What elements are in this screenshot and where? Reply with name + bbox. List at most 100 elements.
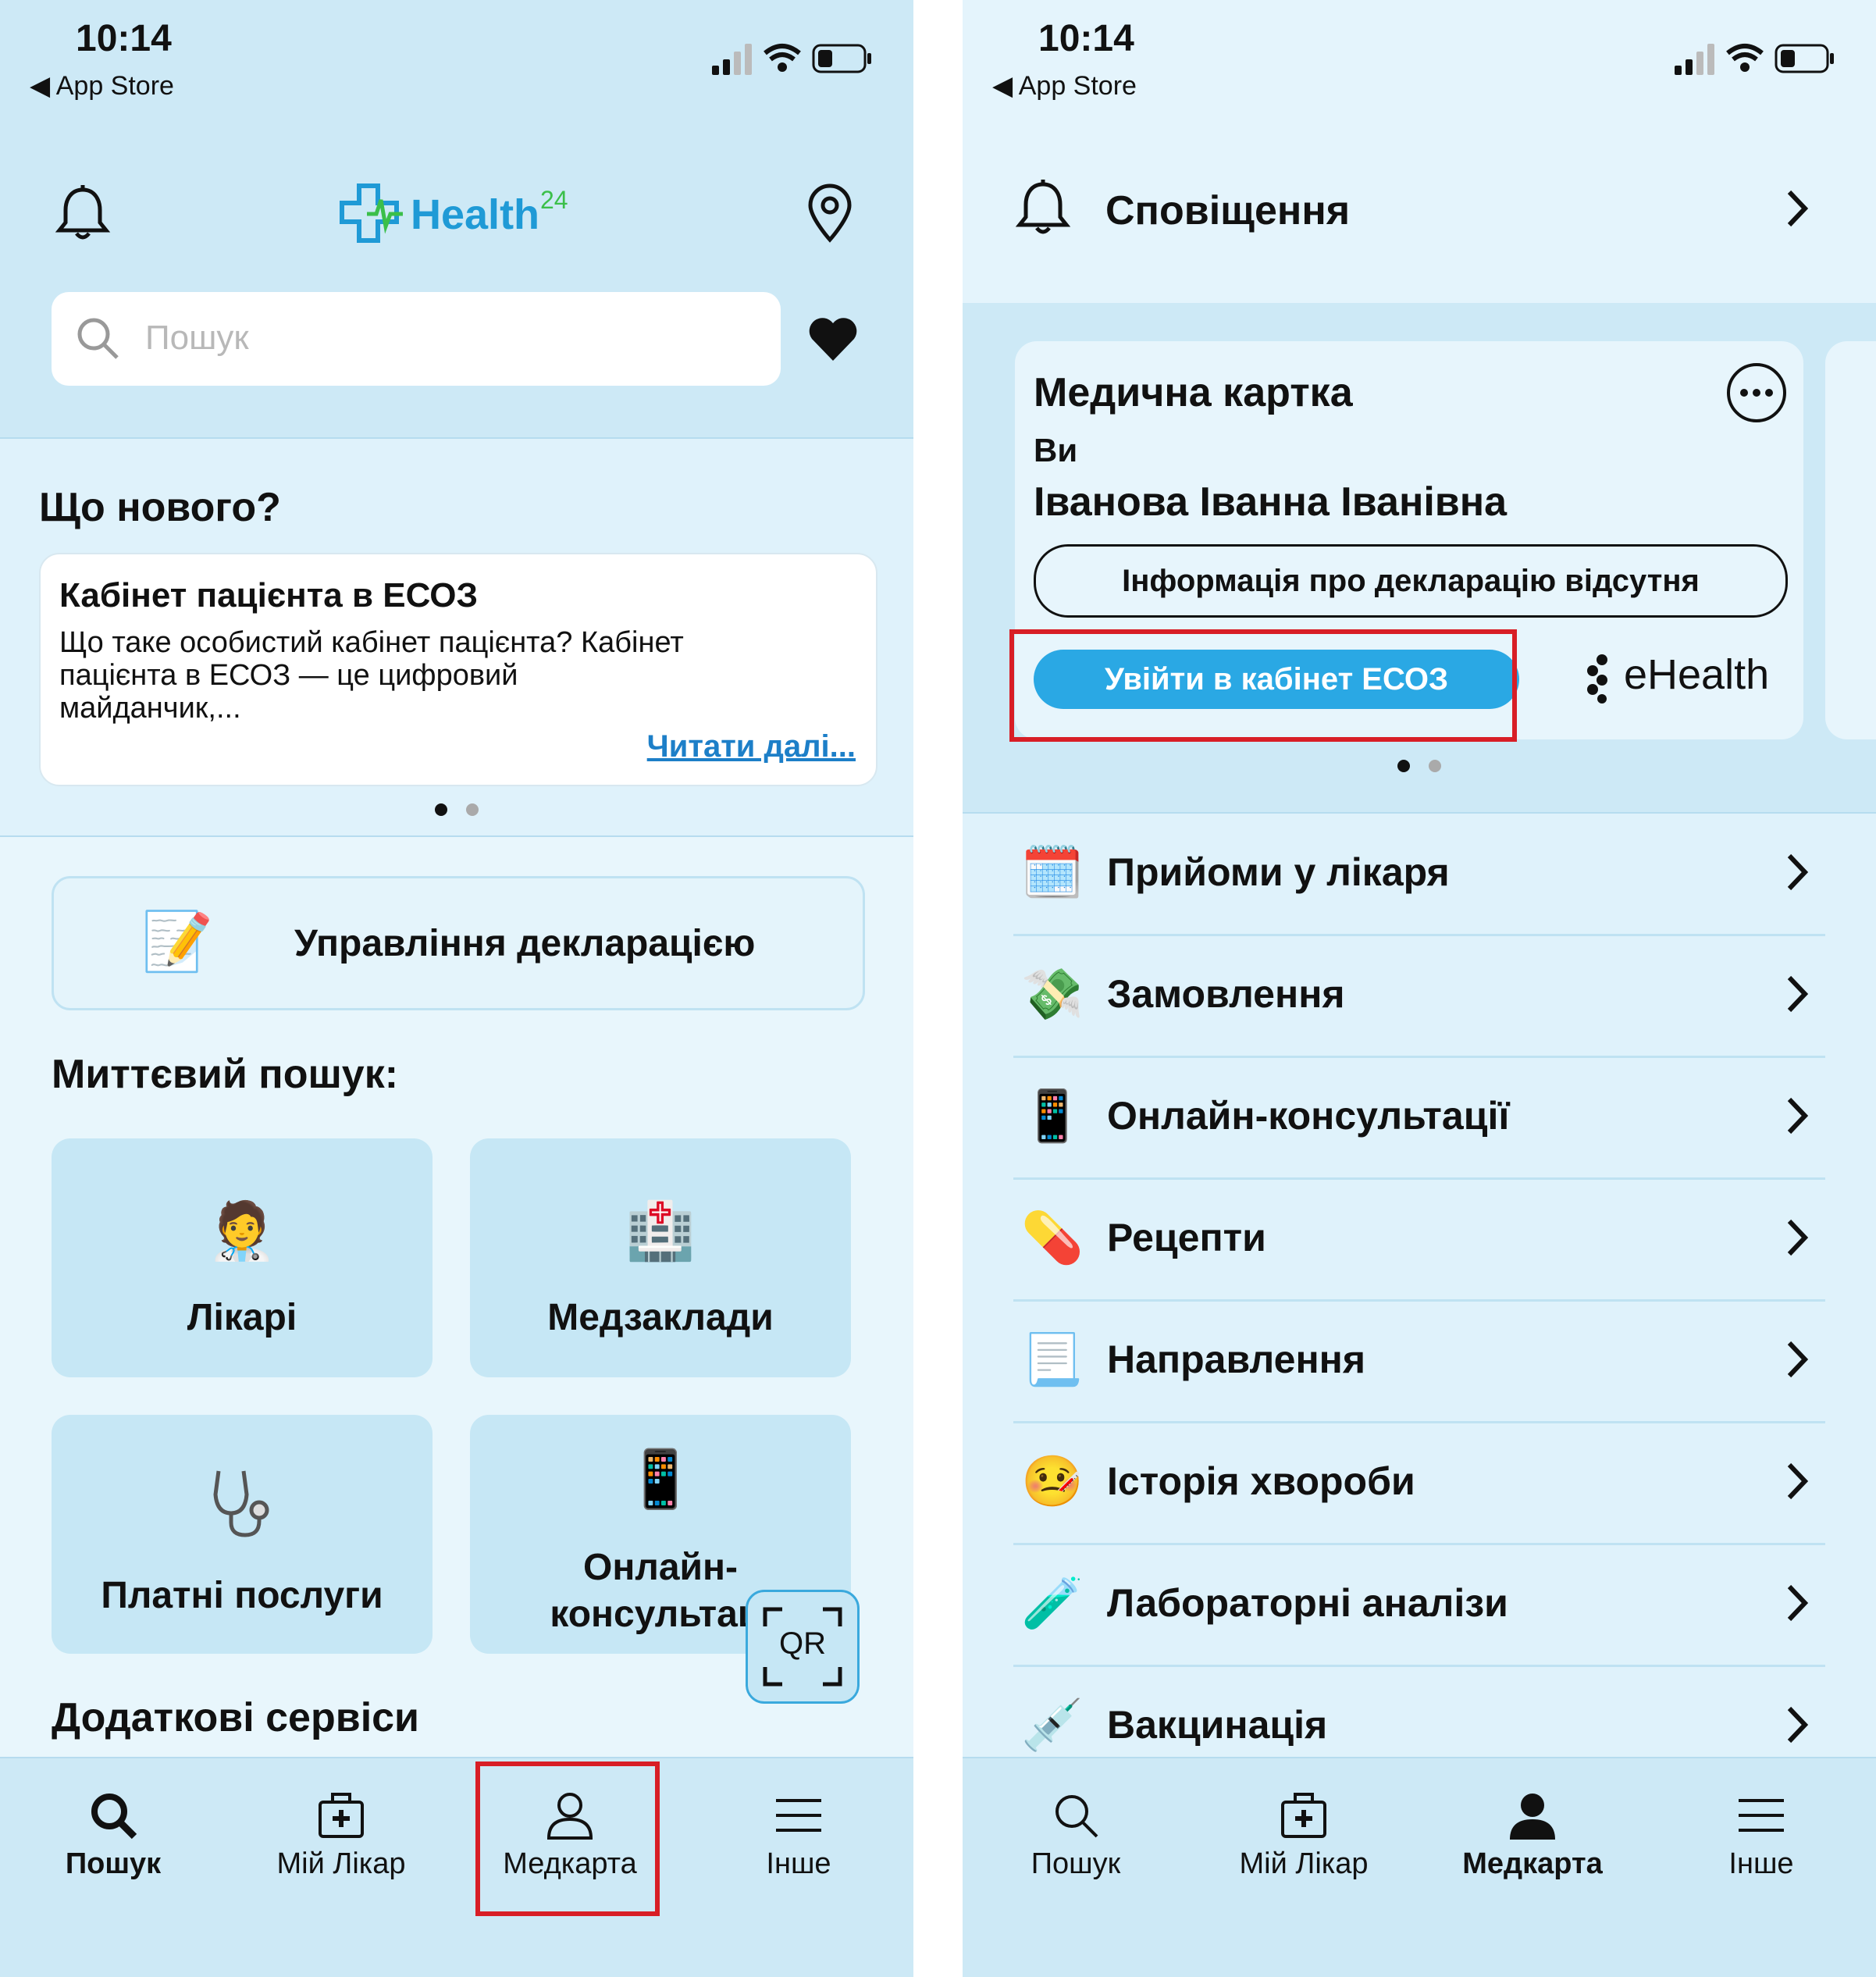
med-card-title: Медична картка — [1034, 370, 1353, 415]
doctor-icon: 🧑‍⚕️ — [207, 1200, 277, 1263]
menu-item-online-consultations[interactable]: 📱 Онлайн-консультації — [1013, 1056, 1825, 1180]
search-input[interactable]: Пошук — [52, 292, 781, 386]
menu-item-label: Замовлення — [1107, 972, 1345, 1016]
chevron-right-icon — [1787, 853, 1809, 891]
nav-other[interactable]: Інше — [701, 1790, 896, 1881]
back-triangle-icon: ◀ — [992, 71, 1013, 101]
search-icon — [91, 1794, 137, 1840]
whats-new-heading: Що нового? — [39, 485, 281, 530]
menu-item-referrals[interactable]: 📃 Направлення — [1013, 1299, 1825, 1423]
brand-logo: Health 24 — [339, 180, 589, 245]
tile-facilities[interactable]: 🏥 Медзаклади — [470, 1138, 851, 1377]
back-to-app-store[interactable]: ◀ App Store — [992, 70, 1137, 102]
read-more-link[interactable]: Читати далі... — [647, 729, 856, 764]
document-icon: 📃 — [1021, 1331, 1084, 1387]
carousel-dot[interactable] — [466, 803, 479, 816]
mobile-phone-icon: 📱 — [625, 1448, 696, 1511]
back-label: App Store — [55, 71, 174, 101]
medical-cross-logo-icon — [340, 183, 403, 243]
medcard-screen: 10:14 ◀ App Store Сповіщення Медична кар… — [963, 0, 1876, 1977]
menu-icon — [1739, 1799, 1784, 1832]
ehealth-logo-icon — [1587, 654, 1607, 704]
carousel-dot-active[interactable] — [435, 803, 447, 816]
home-screen: 10:14 ◀ App Store Health 24 Пошук Що нов… — [0, 0, 913, 1977]
menu-item-appointments[interactable]: 🗓️ Прийоми у лікаря — [1013, 812, 1825, 936]
status-time: 10:14 — [76, 18, 172, 59]
chevron-right-icon — [1787, 1584, 1809, 1622]
highlight-medcard-tab — [475, 1761, 660, 1916]
ehealth-logo: eHealth — [1585, 649, 1788, 708]
nav-search[interactable]: Пошук — [16, 1790, 211, 1881]
nav-search-label: Пошук — [1031, 1847, 1121, 1880]
stethoscope-icon — [213, 1470, 269, 1537]
nav-search[interactable]: Пошук — [978, 1790, 1173, 1881]
back-triangle-icon: ◀ — [30, 71, 51, 101]
tile-online-consultations-label-line1: Онлайн- — [583, 1547, 738, 1588]
menu-item-label: Історія хвороби — [1107, 1459, 1415, 1503]
patient-name: Іванова Іванна Іванівна — [1034, 479, 1508, 525]
memo-pencil-icon: 📝 — [141, 909, 214, 974]
nav-other[interactable]: Інше — [1664, 1790, 1859, 1881]
calendar-icon: 🗓️ — [1021, 844, 1084, 900]
declaration-management-button[interactable]: 📝 Управління декларацією — [52, 876, 865, 1010]
more-options-icon[interactable] — [1725, 362, 1788, 424]
menu-item-prescriptions[interactable]: 💊 Рецепти — [1013, 1177, 1825, 1302]
declaration-status-text: Інформація про декларацію відсутня — [1122, 564, 1700, 598]
qr-label: QR — [779, 1626, 826, 1661]
menu-item-label: Лабораторні аналізи — [1107, 1581, 1508, 1625]
status-time: 10:14 — [1038, 18, 1134, 59]
location-pin-icon[interactable] — [804, 183, 856, 243]
sick-face-icon: 🤒 — [1021, 1453, 1084, 1509]
nav-my-doctor[interactable]: Мій Лікар — [244, 1790, 439, 1881]
bottom-nav: Пошук Мій Лікар Медкарта Інше — [963, 1757, 1876, 1977]
menu-item-lab-tests[interactable]: 🧪 Лабораторні аналізи — [1013, 1543, 1825, 1667]
news-card-body: Що таке особистий кабінет пацієнта? Кабі… — [59, 626, 684, 725]
test-tube-icon: 🧪 — [1021, 1575, 1084, 1631]
tile-paid-services-label: Платні послуги — [101, 1575, 383, 1616]
chevron-right-icon — [1787, 1706, 1809, 1744]
status-icons — [710, 41, 874, 80]
chevron-right-icon — [1787, 1462, 1809, 1500]
menu-item-label: Направлення — [1107, 1338, 1366, 1381]
declaration-status-badge: Інформація про декларацію відсутня — [1034, 544, 1788, 618]
medkit-icon — [1281, 1793, 1326, 1838]
brand-superscript: 24 — [540, 186, 568, 214]
tile-doctors-label: Лікарі — [187, 1297, 297, 1338]
hospital-icon: 🏥 — [625, 1200, 696, 1263]
tile-facilities-label: Медзаклади — [547, 1297, 774, 1338]
brand-name: Health — [411, 191, 540, 238]
nav-my-doctor-label: Мій Лікар — [276, 1847, 406, 1880]
nav-other-label: Інше — [766, 1847, 831, 1880]
notifications-label: Сповіщення — [1105, 188, 1351, 233]
news-card-title: Кабінет пацієнта в ЕСОЗ — [59, 576, 479, 614]
search-placeholder: Пошук — [145, 319, 249, 357]
nav-my-doctor[interactable]: Мій Лікар — [1206, 1790, 1401, 1881]
search-icon — [77, 318, 119, 359]
pill-icon: 💊 — [1021, 1209, 1084, 1266]
carousel-dot-active[interactable] — [1397, 760, 1410, 772]
news-card[interactable]: Кабінет пацієнта в ЕСОЗ Що таке особисти… — [39, 553, 877, 786]
carousel-dot[interactable] — [1429, 760, 1441, 772]
menu-item-label: Прийоми у лікаря — [1107, 850, 1450, 894]
menu-item-medical-history[interactable]: 🤒 Історія хвороби — [1013, 1421, 1825, 1545]
next-card-peek[interactable] — [1825, 341, 1876, 739]
ehealth-logo-text: eHealth — [1624, 651, 1770, 698]
quick-search-heading: Миттєвий пошук: — [52, 1052, 399, 1097]
qr-scan-button[interactable]: QR — [746, 1590, 860, 1704]
status-icons — [1673, 41, 1837, 80]
back-to-app-store[interactable]: ◀ App Store — [30, 70, 174, 102]
tile-doctors[interactable]: 🧑‍⚕️ Лікарі — [52, 1138, 433, 1377]
chevron-right-icon — [1787, 1097, 1809, 1135]
search-icon — [1055, 1795, 1098, 1838]
bottom-nav: Пошук Мій Лікар Медкарта Інше — [0, 1757, 913, 1977]
chevron-right-icon — [1787, 1341, 1809, 1378]
menu-item-orders[interactable]: 💸 Замовлення — [1013, 934, 1825, 1058]
mobile-phone-icon: 📱 — [1021, 1088, 1084, 1144]
highlight-login-button — [1009, 629, 1517, 742]
bell-icon[interactable] — [53, 183, 112, 243]
nav-medcard[interactable]: Медкарта — [1435, 1790, 1630, 1881]
money-icon: 💸 — [1021, 966, 1084, 1022]
notifications-row[interactable]: Сповіщення — [1013, 172, 1825, 250]
tile-paid-services[interactable]: Платні послуги — [52, 1415, 433, 1654]
heart-favorites-icon[interactable] — [807, 315, 859, 362]
